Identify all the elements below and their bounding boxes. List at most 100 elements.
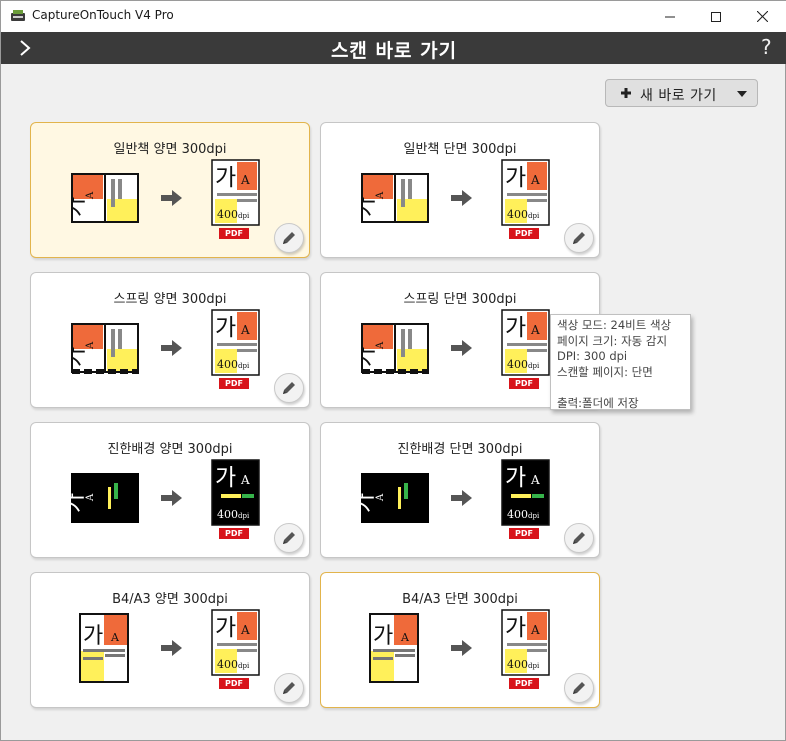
arrow-right-icon <box>451 340 472 356</box>
output-char: 가 <box>505 615 526 641</box>
output-char-small: A <box>240 473 250 487</box>
svg-text:A: A <box>85 341 96 350</box>
svg-text:A: A <box>375 493 386 502</box>
svg-text:A: A <box>375 341 386 350</box>
arrow-right-icon <box>161 490 182 506</box>
source-page-icon: 가 A <box>361 473 429 523</box>
arrow-right-icon <box>451 490 472 506</box>
output-page-icon: 가 A 400dpi <box>501 309 550 376</box>
shortcut-title: 일반책 양면 300dpi <box>113 142 227 157</box>
page-title: 스캔 바로 가기 <box>330 40 458 62</box>
shortcut-card[interactable]: 스프링 양면 300dpi 가 A 가 A 400dpi PDF <box>30 272 310 408</box>
tooltip-line: DPI: 300 dpi <box>557 349 628 363</box>
svg-text:가: 가 <box>83 624 103 649</box>
output-char-small: A <box>530 473 540 487</box>
pencil-icon <box>283 682 295 694</box>
window-titlebar: CaptureOnTouch V4 Pro <box>1 1 786 32</box>
maximize-button[interactable] <box>693 1 739 32</box>
output-page-icon: 가 A 400dpi <box>211 159 260 226</box>
output-page-icon: 가 A 400dpi <box>211 459 260 526</box>
arrow-right-icon <box>161 190 182 206</box>
help-icon[interactable]: ? <box>761 35 772 59</box>
shortcut-card[interactable]: 일반책 단면 300dpi 가 A 가 A 400dpi PDF <box>320 122 600 258</box>
shortcut-title: B4/A3 양면 300dpi <box>112 592 228 607</box>
shortcut-title: 일반책 단면 300dpi <box>403 142 517 157</box>
output-page-icon: 가 A 400dpi <box>501 459 550 526</box>
edit-shortcut-button[interactable] <box>274 673 304 703</box>
shortcut-card[interactable]: 진한배경 양면 300dpi 가 A 가 A 400dpi PDF <box>30 422 310 558</box>
arrow-right-icon <box>451 640 472 656</box>
output-char: 가 <box>505 315 526 341</box>
shortcut-card[interactable]: 진한배경 단면 300dpi 가 A 가 A 400dpi PDF <box>320 422 600 558</box>
edit-shortcut-button[interactable] <box>274 523 304 553</box>
output-page-icon: 가 A 400dpi <box>501 159 550 226</box>
new-shortcut-button[interactable]: 새 바로 가기 <box>605 79 758 107</box>
minimize-icon <box>665 16 675 17</box>
pencil-icon <box>573 532 585 544</box>
pdf-badge: PDF <box>219 228 249 239</box>
pencil-icon <box>283 532 295 544</box>
pdf-badge: PDF <box>509 378 539 389</box>
maximize-icon <box>711 11 721 22</box>
new-shortcut-label: 새 바로 가기 <box>640 88 717 104</box>
output-char-small: A <box>530 323 540 337</box>
edit-shortcut-button[interactable] <box>274 373 304 403</box>
edit-shortcut-button[interactable] <box>564 523 594 553</box>
source-page-icon: 가 A <box>71 323 139 374</box>
minimize-button[interactable] <box>647 1 693 32</box>
shortcut-title: 스프링 단면 300dpi <box>403 292 517 307</box>
shortcut-card[interactable]: B4/A3 단면 300dpi 가 A 가 A 400dpi PDF <box>320 572 600 708</box>
window-title: CaptureOnTouch V4 Pro <box>32 8 174 22</box>
pdf-badge: PDF <box>509 528 539 539</box>
output-char: 가 <box>505 465 526 491</box>
tooltip-line: 페이지 크기: 자동 감지 <box>557 333 668 348</box>
output-char: 가 <box>505 165 526 191</box>
shortcut-title: B4/A3 단면 300dpi <box>402 592 518 607</box>
edit-shortcut-button[interactable] <box>274 223 304 253</box>
shortcut-title: 스프링 양면 300dpi <box>113 292 227 307</box>
pencil-icon <box>283 232 295 244</box>
pdf-badge: PDF <box>509 678 539 689</box>
output-char-small: A <box>240 323 250 337</box>
close-button[interactable] <box>739 1 785 32</box>
output-char: 가 <box>215 315 236 341</box>
caret-down-icon <box>737 91 747 97</box>
output-page-icon: 가 A 400dpi <box>211 309 260 376</box>
output-char-small: A <box>240 623 250 637</box>
source-page-icon: 가 A <box>361 173 429 223</box>
pdf-badge: PDF <box>219 528 249 539</box>
tooltip-line: 스캔할 페이지: 단면 <box>557 364 653 379</box>
output-char-small: A <box>240 173 250 187</box>
shortcut-card[interactable]: 일반책 양면 300dpi 가 A 가 A 400dpi PDF <box>30 122 310 258</box>
source-page-icon: 가 A <box>71 473 139 523</box>
svg-text:A: A <box>375 191 386 200</box>
pdf-badge: PDF <box>219 378 249 389</box>
scanner-app-icon <box>11 10 25 21</box>
shortcut-card[interactable]: B4/A3 양면 300dpi 가 A 가 A 400dpi PDF <box>30 572 310 708</box>
svg-text:A: A <box>400 631 410 644</box>
output-page-icon: 가 A 400dpi <box>501 609 550 676</box>
shortcut-title: 진한배경 양면 300dpi <box>107 442 233 457</box>
source-page-icon: 가 A <box>361 323 429 374</box>
plus-icon <box>621 88 631 98</box>
source-page-icon: 가 A <box>79 613 129 683</box>
tooltip-line: 출력:폴더에 저장 <box>557 395 639 410</box>
pencil-icon <box>573 682 585 694</box>
arrow-right-icon <box>451 190 472 206</box>
svg-text:A: A <box>85 191 96 200</box>
pencil-icon <box>283 382 295 394</box>
svg-text:가: 가 <box>373 624 393 649</box>
edit-shortcut-button[interactable] <box>564 673 594 703</box>
output-page-icon: 가 A 400dpi <box>211 609 260 676</box>
page-header: 스캔 바로 가기 ? <box>1 32 786 64</box>
svg-text:A: A <box>85 493 96 502</box>
source-page-icon: 가 A <box>71 173 139 223</box>
output-char-small: A <box>530 173 540 187</box>
edit-shortcut-button[interactable] <box>564 223 594 253</box>
shortcut-title: 진한배경 단면 300dpi <box>397 442 523 457</box>
output-char: 가 <box>215 465 236 491</box>
source-page-icon: 가 A <box>369 613 419 683</box>
arrow-right-icon <box>161 640 182 656</box>
pencil-icon <box>573 232 585 244</box>
output-char: 가 <box>215 615 236 641</box>
